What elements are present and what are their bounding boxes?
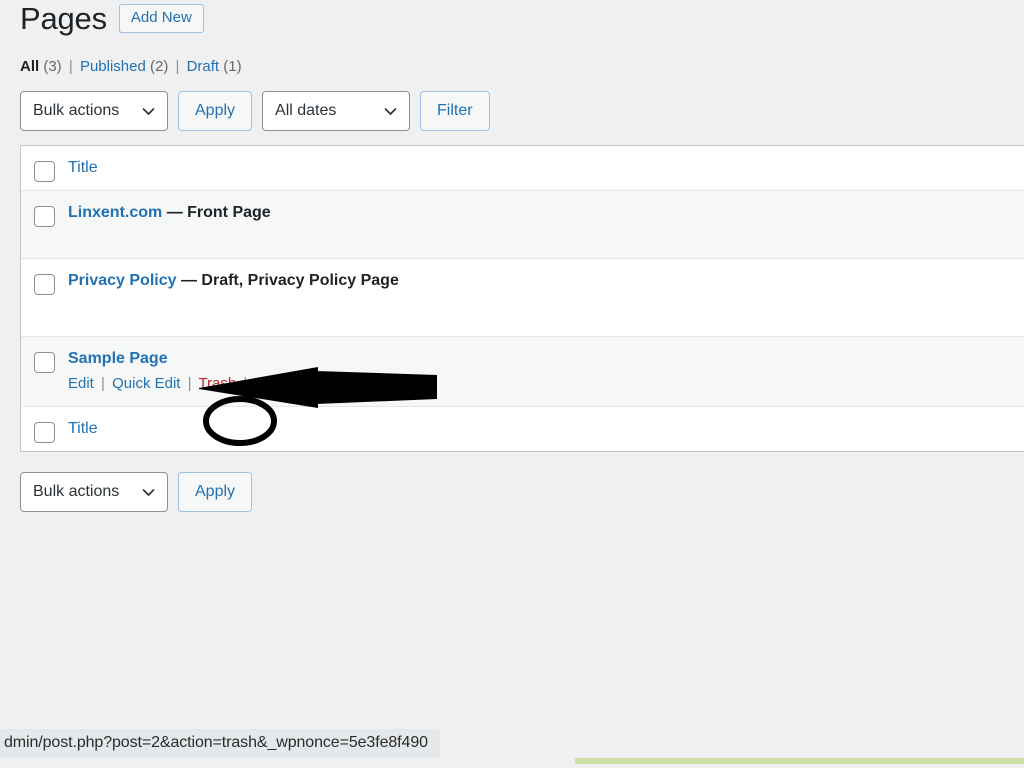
tablenav-top: Bulk actions Apply All dates Filter — [0, 91, 1024, 131]
row-title-cell: Linxent.com — Front Page — [68, 191, 1024, 258]
select-all-cell — [21, 146, 68, 182]
row-select-checkbox[interactable] — [34, 206, 55, 227]
filter-link-draft[interactable]: Draft — [187, 58, 220, 75]
page-state-label: — Front Page — [166, 204, 271, 221]
table-row: Privacy Policy — Draft, Privacy Policy P… — [21, 259, 1024, 337]
filter-separator: | — [175, 58, 180, 75]
status-filter-links: All (3) | Published (2) | Draft (1) — [0, 56, 1024, 77]
bottom-edge-strip — [575, 758, 1024, 764]
page-title-link[interactable]: Sample Page — [68, 350, 168, 367]
row-actions: Edit | Quick Edit | Trash | View — [68, 375, 1024, 392]
bulk-actions-value-top: Bulk actions — [33, 102, 120, 119]
filter-link-all[interactable]: All — [20, 58, 39, 75]
add-new-button[interactable]: Add New — [118, 3, 204, 33]
select-all-cell-footer — [21, 407, 68, 443]
table-row: Sample Page Edit | Quick Edit | Trash | … — [21, 337, 1024, 407]
table-header-row: Title — [21, 146, 1024, 191]
row-action-quick-edit[interactable]: Quick Edit — [112, 375, 180, 392]
filter-link-published[interactable]: Published — [80, 58, 146, 75]
apply-button-top[interactable]: Apply — [178, 91, 253, 131]
row-select-checkbox[interactable] — [34, 352, 55, 373]
select-all-checkbox-footer[interactable] — [34, 422, 55, 443]
filter-count-draft: (1) — [223, 58, 242, 75]
row-select-checkbox[interactable] — [34, 274, 55, 295]
column-title-cell-footer: Title — [68, 407, 1024, 451]
table-row: Linxent.com — Front Page — [21, 191, 1024, 259]
tablenav-bottom: Bulk actions Apply — [0, 472, 1024, 512]
row-action-view[interactable]: View — [255, 375, 287, 392]
row-action-separator: | — [101, 375, 105, 392]
page-title: Pages — [20, 0, 107, 36]
filter-count-published: (2) — [150, 58, 169, 75]
status-bar-url: dmin/post.php?post=2&action=trash&_wpnon… — [0, 729, 440, 758]
filter-count-all: (3) — [43, 58, 62, 75]
pages-list-table: Title Linxent.com — Front Page Privacy P… — [20, 145, 1024, 452]
column-header-title-footer[interactable]: Title — [68, 420, 98, 437]
admin-pages-screen: Pages Add New All (3) | Published (2) | … — [0, 0, 1024, 764]
row-checkbox-cell — [21, 259, 68, 295]
date-filter-value: All dates — [275, 102, 337, 119]
row-action-trash[interactable]: Trash — [198, 375, 236, 392]
bulk-actions-select-top[interactable]: Bulk actions — [20, 91, 168, 131]
row-action-separator: | — [187, 375, 192, 392]
select-all-checkbox[interactable] — [34, 161, 55, 182]
filter-separator: | — [68, 58, 73, 75]
bulk-actions-select-bottom[interactable]: Bulk actions — [20, 472, 168, 512]
date-filter-select[interactable]: All dates — [262, 91, 411, 131]
row-action-edit[interactable]: Edit — [68, 375, 94, 392]
apply-button-bottom[interactable]: Apply — [178, 472, 253, 512]
page-state-label: — Draft, Privacy Policy Page — [180, 272, 399, 289]
table-footer-row: Title — [21, 407, 1024, 451]
chevron-down-icon — [142, 486, 155, 499]
row-checkbox-cell — [21, 191, 68, 227]
chevron-down-icon — [142, 105, 155, 118]
bulk-actions-value-bottom: Bulk actions — [33, 483, 120, 500]
chevron-down-icon — [384, 105, 397, 118]
row-action-separator: | — [243, 375, 248, 392]
page-title-link[interactable]: Privacy Policy — [68, 272, 177, 289]
column-header-title[interactable]: Title — [68, 159, 98, 176]
row-checkbox-cell — [21, 337, 68, 373]
row-title-cell: Sample Page Edit | Quick Edit | Trash | … — [68, 337, 1024, 406]
page-header: Pages Add New — [0, 0, 1024, 40]
column-title-cell: Title — [68, 146, 1024, 190]
filter-button[interactable]: Filter — [420, 91, 490, 131]
page-title-link[interactable]: Linxent.com — [68, 204, 162, 221]
row-title-cell: Privacy Policy — Draft, Privacy Policy P… — [68, 259, 1024, 336]
